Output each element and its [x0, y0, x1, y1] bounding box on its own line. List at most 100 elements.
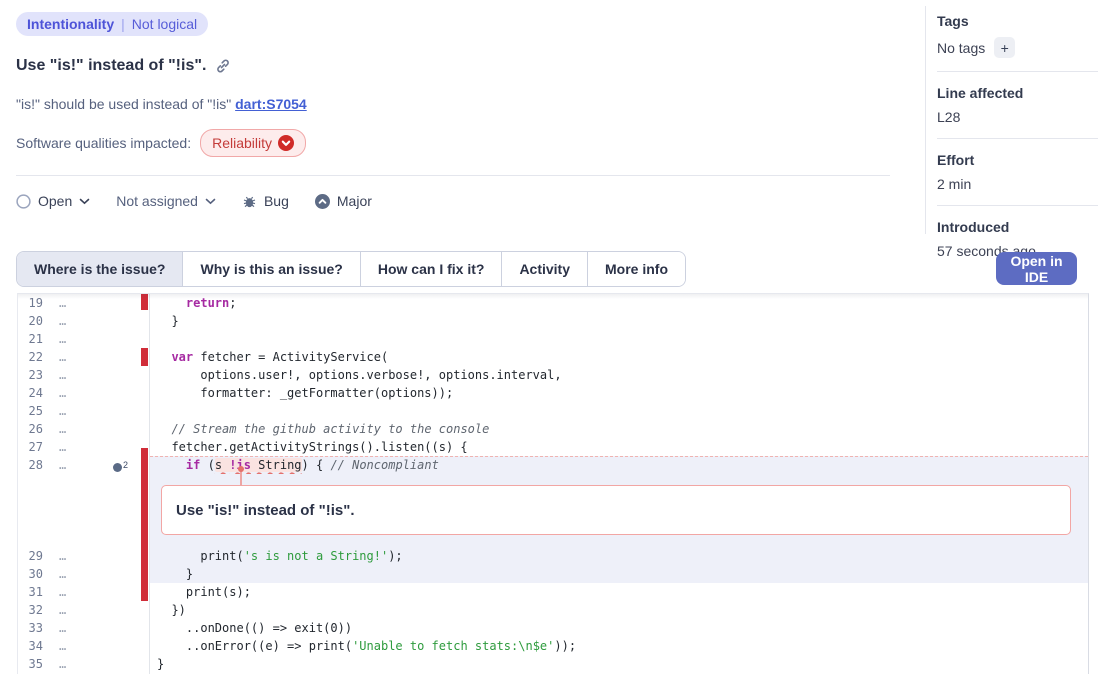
scm-info[interactable]: … [59, 420, 67, 438]
line-number[interactable]: 35 [18, 655, 43, 673]
status-open-icon [16, 194, 31, 209]
line-affected-title: Line affected [937, 85, 1098, 101]
open-in-ide-button[interactable]: Open in IDE [996, 252, 1077, 285]
line-number[interactable]: 23 [18, 366, 43, 384]
code-line: 19 … return; [18, 294, 1088, 312]
sidebar-rule [937, 71, 1098, 72]
code-line: 35 …} [18, 655, 1088, 673]
scm-info[interactable]: … [59, 583, 67, 601]
tab-how-can-i-fix-it[interactable]: How can I fix it? [361, 252, 503, 286]
effort-value: 2 min [937, 176, 1098, 192]
issue-connector-line [240, 469, 242, 486]
scm-info[interactable]: … [59, 456, 67, 474]
issue-message-block: Use "is!" instead of "!is". [18, 474, 1088, 547]
issue-gutter-bar [141, 583, 148, 601]
rule-key-link[interactable]: dart:S7054 [235, 96, 307, 112]
scm-info[interactable]: … [59, 384, 67, 402]
scm-info[interactable]: … [59, 565, 67, 583]
scm-info[interactable]: … [59, 655, 67, 673]
line-number[interactable]: 22 [18, 348, 43, 366]
code-text: options.user!, options.verbose!, options… [157, 366, 562, 384]
scm-info[interactable]: … [59, 294, 67, 312]
code-lines: 19 … return; 20 … } 21 … 22 … var fetcher = Act… [18, 294, 1088, 673]
line-number[interactable]: 28 [18, 456, 43, 474]
code-line: 29 … print('s is not a String!'); [18, 547, 1088, 565]
code-text: formatter: _getFormatter(options)); [157, 384, 453, 402]
code-text: print('s is not a String!'); [157, 547, 403, 565]
status-label: Open [38, 193, 72, 209]
tab-activity[interactable]: Activity [502, 252, 588, 286]
line-number[interactable]: 25 [18, 402, 43, 420]
code-viewer: 19 … return; 20 … } 21 … 22 … var fetcher = Act… [17, 293, 1089, 674]
line-number[interactable]: 26 [18, 420, 43, 438]
scm-info[interactable]: … [59, 438, 67, 456]
line-number[interactable]: 19 [18, 294, 43, 312]
attribute-label: Not logical [132, 16, 197, 32]
line-number[interactable]: 20 [18, 312, 43, 330]
scm-info[interactable]: … [59, 366, 67, 384]
issue-message-box[interactable]: Use "is!" instead of "!is". [161, 485, 1071, 535]
line-number[interactable]: 24 [18, 384, 43, 402]
comment-count: 2 [123, 456, 128, 474]
scm-info[interactable]: … [59, 402, 67, 420]
code-text: }) [157, 601, 186, 619]
code-line: 33 … ..onDone(() => exit(0)) [18, 619, 1088, 637]
tab-where-is-the-issue[interactable]: Where is the issue? [17, 252, 183, 286]
line-number[interactable]: 34 [18, 637, 43, 655]
code-text: return; [157, 294, 237, 312]
code-text: } [157, 312, 179, 330]
issue-gutter-bar [141, 448, 148, 583]
issue-gutter-bar [141, 348, 148, 366]
scm-info[interactable]: … [59, 312, 67, 330]
sidebar-divider [925, 6, 926, 234]
code-line: 23 … options.user!, options.verbose!, opt… [18, 366, 1088, 384]
assignee-label: Not assigned [116, 193, 198, 209]
code-line: 30 … } [18, 565, 1088, 583]
line-affected-value: L28 [937, 109, 1098, 125]
code-line: 31 … print(s); [18, 583, 1088, 601]
bug-icon [242, 194, 257, 209]
header-divider [16, 175, 890, 176]
add-tag-button[interactable]: + [994, 37, 1015, 58]
qualities-label: Software qualities impacted: [16, 135, 191, 151]
issue-sidebar: Tags No tags + Line affected L28 Effort … [937, 0, 1098, 259]
tab-why-is-this-an-issue[interactable]: Why is this an issue? [183, 252, 360, 286]
line-number[interactable]: 33 [18, 619, 43, 637]
type-label: Bug [264, 193, 289, 209]
scm-info[interactable]: … [59, 637, 67, 655]
line-number[interactable]: 27 [18, 438, 43, 456]
code-text: var fetcher = ActivityService( [157, 348, 388, 366]
tags-value: No tags [937, 40, 985, 56]
line-number[interactable]: 29 [18, 547, 43, 565]
status-dropdown[interactable]: Open [16, 193, 90, 209]
line-number[interactable]: 21 [18, 330, 43, 348]
scm-info[interactable]: … [59, 547, 67, 565]
scm-info[interactable]: … [59, 619, 67, 637]
effort-title: Effort [937, 152, 1098, 168]
line-number[interactable]: 32 [18, 601, 43, 619]
line-number[interactable]: 30 [18, 565, 43, 583]
code-text: ..onError((e) => print('Unable to fetch … [157, 637, 576, 655]
code-text: } [157, 565, 193, 583]
tab-more-info[interactable]: More info [588, 252, 685, 286]
code-text: fetcher.getActivityStrings().listen((s) … [157, 438, 468, 456]
quality-badge-label: Reliability [212, 135, 272, 151]
issue-type: Bug [242, 193, 289, 209]
code-line: 32 … }) [18, 601, 1088, 619]
scm-info[interactable]: … [59, 348, 67, 366]
code-line: 28…2 if (s !is String) { // Noncompliant [18, 456, 1088, 474]
line-number[interactable]: 31 [18, 583, 43, 601]
issue-detail-page: Intentionality | Not logical Use "is!" i… [0, 0, 1098, 674]
code-line: 27 … fetcher.getActivityStrings().listen(… [18, 438, 1088, 456]
code-text: } [157, 655, 164, 673]
assignee-dropdown[interactable]: Not assigned [116, 193, 216, 209]
attribute-category: Intentionality [27, 16, 114, 32]
severity-label: Major [337, 193, 372, 209]
scm-info[interactable]: … [59, 330, 67, 348]
code-line: 26… // Stream the github activity to the… [18, 420, 1088, 438]
code-text: print(s); [157, 583, 251, 601]
scm-info[interactable]: … [59, 601, 67, 619]
gutter-divider [149, 294, 150, 674]
code-text: ..onDone(() => exit(0)) [157, 619, 352, 637]
permalink-icon[interactable] [215, 58, 231, 74]
